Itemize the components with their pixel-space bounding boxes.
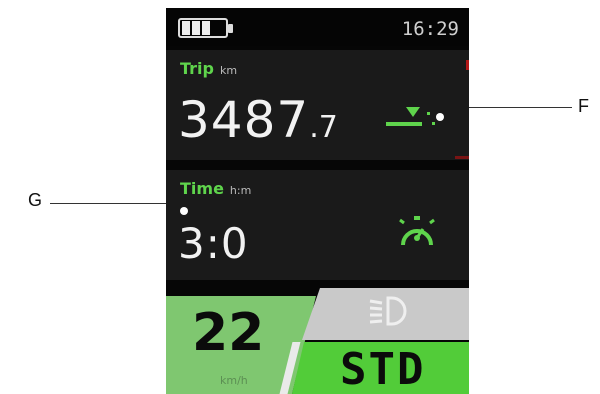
- trip-label: Trip km: [180, 59, 238, 78]
- headlight-button[interactable]: [302, 288, 469, 340]
- stopwatch-icon: [399, 216, 435, 246]
- trip-red-underline: [455, 156, 469, 159]
- trip-panel[interactable]: Trip km 3487.7: [166, 50, 469, 160]
- callout-line-f: [452, 107, 572, 108]
- callout-line-g: [50, 203, 182, 204]
- trip-red-indicator: [466, 60, 469, 70]
- display-screen: 16:29 Trip km 3487.7 Time h:m 3:0 22 km/…: [166, 8, 469, 394]
- time-value: 3:0: [178, 219, 249, 268]
- callout-label-f: F: [578, 96, 589, 116]
- trip-marker-icon: [386, 107, 444, 126]
- speed-box: 22 km/h: [166, 296, 316, 394]
- battery-icon: [178, 18, 234, 40]
- headlight-icon: [369, 296, 407, 326]
- callout-label-g: G: [28, 190, 43, 210]
- bottom-bar: 22 km/h STD: [166, 288, 469, 394]
- time-panel[interactable]: Time h:m 3:0: [166, 170, 469, 280]
- trip-unit: km: [219, 64, 238, 77]
- clock: 16:29: [401, 18, 459, 40]
- callout-dot-g: [180, 207, 188, 215]
- status-bar: 16:29: [166, 8, 469, 46]
- speed-value: 22: [192, 303, 265, 363]
- time-label: Time h:m: [180, 179, 252, 198]
- mode-button[interactable]: STD: [292, 342, 469, 394]
- mode-value: STD: [340, 344, 426, 394]
- speed-unit: km/h: [220, 374, 248, 387]
- trip-value: 3487.7: [178, 91, 338, 149]
- time-unit: h:m: [229, 184, 252, 197]
